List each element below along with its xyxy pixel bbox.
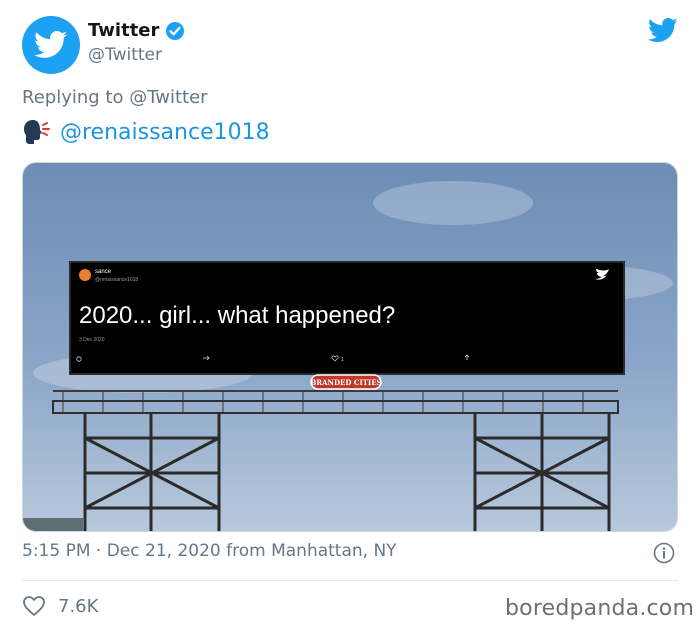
heart-icon[interactable] [22, 595, 46, 617]
tweet-timestamp[interactable]: 5:15 PM · Dec 21, 2020 from Manhattan, N… [22, 541, 397, 561]
watermark: boredpanda.com [505, 596, 695, 621]
tweet-text: @renaissance1018 [22, 119, 270, 145]
verified-badge-icon [166, 21, 185, 40]
mention-link[interactable]: @renaissance1018 [60, 120, 270, 145]
author-handle[interactable]: @Twitter [88, 45, 162, 65]
speaking-head-icon [24, 120, 50, 144]
billboard-like-count: 1 [341, 357, 344, 363]
author-name-row[interactable]: Twitter [88, 20, 185, 41]
like-action[interactable]: 7.6K [22, 595, 98, 617]
twitter-bird-icon[interactable] [648, 18, 678, 43]
info-icon[interactable] [653, 542, 675, 564]
brand-sign-text: BRANDED CITIES [310, 378, 381, 387]
distant-building [23, 518, 83, 531]
avatar[interactable] [22, 16, 80, 74]
replying-prefix: Replying to [22, 87, 124, 108]
billboard-user-handle: @renaissance1018 [95, 277, 138, 283]
like-count: 7.6K [58, 595, 99, 617]
billboard-photo: sance @renaissance1018 2020... girl... w… [23, 163, 677, 531]
replying-to-line: Replying to @Twitter [22, 87, 208, 108]
billboard-user-name: sance [95, 269, 112, 275]
billboard-date: 3 Dec 2020 [79, 337, 105, 343]
replying-to-link[interactable]: @Twitter [129, 87, 207, 108]
twitter-bird-icon [34, 31, 68, 58]
billboard-tweet-text: 2020... girl... what happened? [79, 302, 395, 329]
tweet-media-photo[interactable]: sance @renaissance1018 2020... girl... w… [22, 162, 678, 532]
divider [22, 580, 678, 581]
author-name[interactable]: Twitter [88, 20, 159, 41]
cloud [373, 181, 533, 225]
billboard-avatar [79, 269, 91, 281]
